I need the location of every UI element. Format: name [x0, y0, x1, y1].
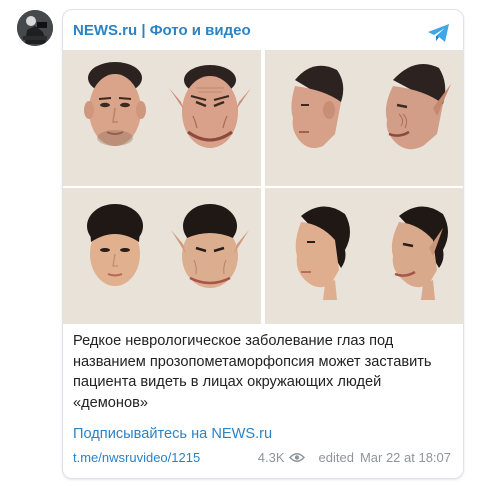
media-panel-male-front[interactable] — [63, 50, 261, 186]
subscribe-link[interactable]: Подписывайтесь на NEWS.ru — [73, 426, 272, 442]
eye-icon — [288, 453, 305, 462]
media-panel-female-profile[interactable] — [265, 188, 463, 324]
edited-label: edited — [318, 450, 354, 465]
post-date[interactable]: Mar 22 at 18:07 — [360, 450, 451, 465]
media-panel-male-profile[interactable] — [265, 50, 463, 186]
telegram-icon[interactable] — [427, 22, 451, 44]
male-face-front-distorted — [169, 65, 251, 148]
male-face-front-normal — [84, 62, 146, 146]
male-face-profile-normal — [291, 65, 344, 148]
views-count: 4.3K — [257, 450, 285, 465]
female-face-front-normal — [87, 204, 143, 286]
male-face-profile-distorted — [385, 64, 451, 150]
media-panel-female-front[interactable] — [63, 188, 261, 324]
channel-avatar-photo — [17, 10, 53, 46]
post-media-grid[interactable] — [63, 50, 463, 324]
post-text: Редкое неврологическое заболевание глаз … — [73, 333, 432, 411]
female-face-profile-normal — [295, 206, 350, 300]
post-meta: 4.3K edited Mar 22 at 18:07 — [258, 450, 451, 465]
channel-name[interactable]: NEWS.ru | Фото и видео — [73, 22, 251, 39]
post-card: NEWS.ru | Фото и видео Редкое неврологич… — [62, 9, 464, 479]
channel-avatar[interactable] — [17, 10, 53, 46]
post-link[interactable]: t.me/nwsruvideo/1215 — [73, 450, 200, 465]
female-face-profile-distorted — [391, 206, 448, 300]
female-face-front-distorted — [171, 204, 249, 288]
